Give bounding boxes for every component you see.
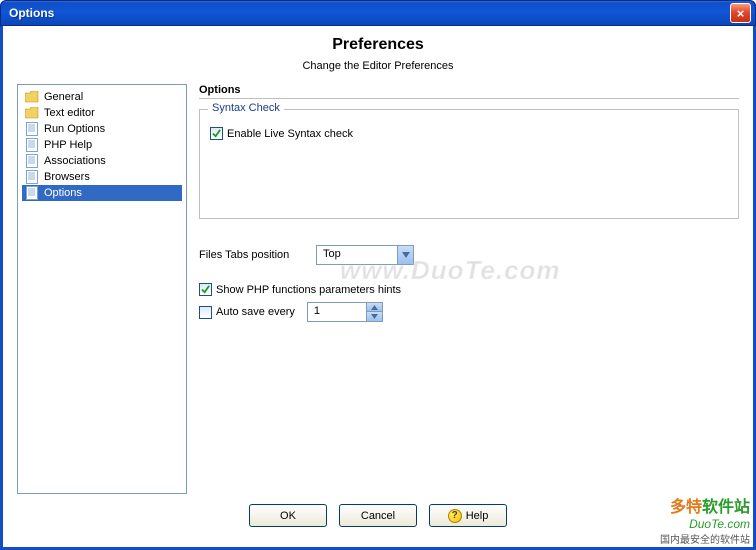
page-title: Preferences (3, 36, 753, 54)
sidebar-item-label: Options (44, 186, 82, 200)
folder-icon (24, 90, 40, 104)
syntax-check-legend: Syntax Check (208, 102, 284, 114)
page-icon (24, 170, 40, 184)
sidebar-item-label: General (44, 90, 83, 104)
sidebar-item-options[interactable]: Options (22, 185, 182, 201)
sidebar-item-text-editor[interactable]: Text editor (22, 105, 182, 121)
section-title: Options (199, 84, 739, 99)
auto-save-checkbox[interactable] (199, 306, 212, 319)
show-php-hints-label: Show PHP functions parameters hints (216, 284, 401, 296)
files-tabs-value: Top (317, 246, 397, 264)
ok-button[interactable]: OK (249, 504, 327, 527)
cancel-button[interactable]: Cancel (339, 504, 417, 527)
sidebar-item-label: PHP Help (44, 138, 92, 152)
help-button[interactable]: ? Help (429, 504, 507, 527)
sidebar-item-run-options[interactable]: Run Options (22, 121, 182, 137)
sidebar-item-associations[interactable]: Associations (22, 153, 182, 169)
dialog-buttons: OK Cancel ? Help (3, 504, 753, 527)
sidebar-item-browsers[interactable]: Browsers (22, 169, 182, 185)
auto-save-spinner[interactable]: 1 (307, 302, 383, 322)
help-icon: ? (448, 509, 462, 523)
auto-save-row: Auto save every 1 (199, 302, 739, 322)
enable-live-syntax-checkbox[interactable] (210, 127, 223, 140)
spinner-down-icon[interactable] (367, 312, 382, 321)
show-php-hints-row: Show PHP functions parameters hints (199, 283, 739, 296)
page-icon (24, 154, 40, 168)
spinner-up-icon[interactable] (367, 303, 382, 312)
auto-save-label: Auto save every (216, 306, 295, 318)
close-button[interactable]: × (730, 3, 751, 23)
sidebar-item-general[interactable]: General (22, 89, 182, 105)
files-tabs-label: Files Tabs position (199, 249, 304, 261)
options-panel: Options Syntax Check Enable Live Syntax … (199, 84, 739, 494)
page-icon (24, 122, 40, 136)
chevron-down-icon[interactable] (397, 246, 413, 264)
syntax-check-group: Syntax Check Enable Live Syntax check (199, 109, 739, 219)
files-tabs-select[interactable]: Top (316, 245, 414, 265)
category-sidebar: General Text editor Run Options PHP Help Ass… (17, 84, 187, 494)
dialog-frame: Preferences Change the Editor Preference… (0, 26, 756, 550)
files-tabs-row: Files Tabs position Top (199, 245, 739, 265)
dialog-header: Preferences Change the Editor Preference… (3, 26, 753, 84)
titlebar: Options × (0, 0, 756, 26)
close-icon: × (737, 6, 745, 21)
page-icon (24, 138, 40, 152)
sidebar-item-label: Associations (44, 154, 106, 168)
sidebar-item-label: Run Options (44, 122, 105, 136)
sidebar-item-label: Browsers (44, 170, 90, 184)
window-title: Options (9, 6, 730, 20)
auto-save-value: 1 (308, 303, 366, 321)
page-icon (24, 186, 40, 200)
page-subtitle: Change the Editor Preferences (3, 60, 753, 72)
folder-icon (24, 106, 40, 120)
show-php-hints-checkbox[interactable] (199, 283, 212, 296)
enable-live-syntax-row: Enable Live Syntax check (210, 127, 728, 140)
sidebar-item-label: Text editor (44, 106, 95, 120)
sidebar-item-php-help[interactable]: PHP Help (22, 137, 182, 153)
enable-live-syntax-label: Enable Live Syntax check (227, 128, 353, 140)
